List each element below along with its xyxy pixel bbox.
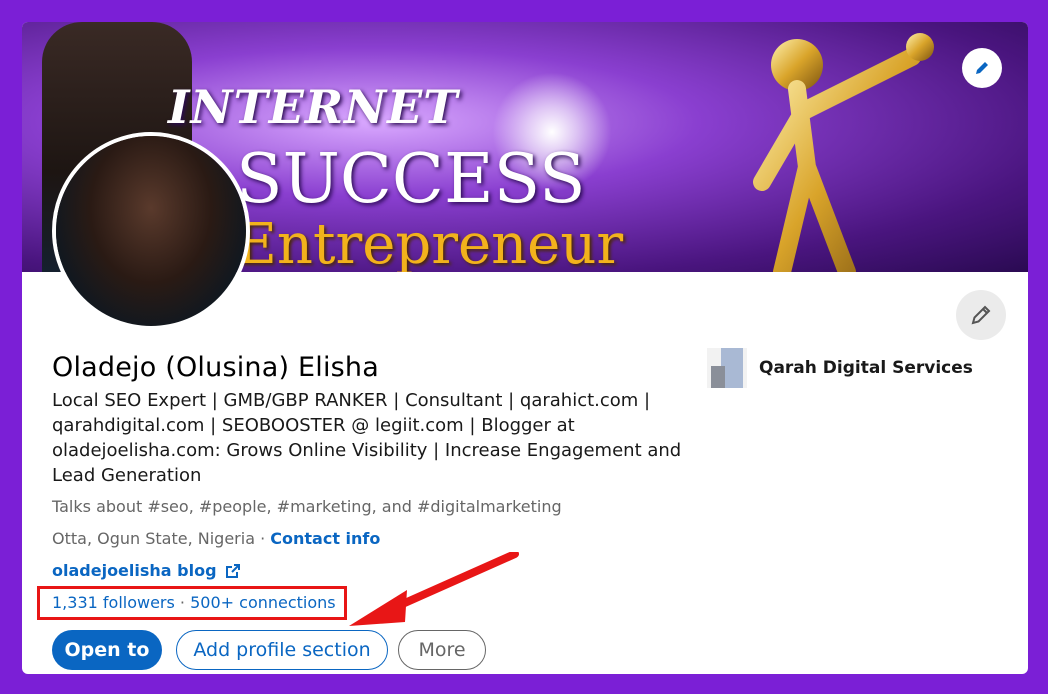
gold-figure-graphic	[753, 33, 934, 272]
pencil-icon	[971, 305, 991, 325]
website-label: oladejoelisha blog	[52, 561, 217, 580]
company-logo	[707, 348, 747, 388]
avatar-photo	[56, 136, 246, 326]
edit-banner-button[interactable]	[962, 48, 1002, 88]
arrow-annotation	[349, 552, 519, 626]
company-name: Qarah Digital Services	[759, 358, 973, 378]
banner-text-line2: SUCCESS	[236, 140, 586, 219]
banner-text-line1: INTERNET	[168, 80, 459, 134]
website-link[interactable]: oladejoelisha blog	[52, 561, 241, 580]
more-button[interactable]: More	[398, 630, 486, 670]
followers-link[interactable]: 1,331 followers	[52, 593, 175, 612]
add-profile-section-button[interactable]: Add profile section	[176, 630, 388, 670]
current-company[interactable]: Qarah Digital Services	[707, 348, 973, 388]
contact-info-link[interactable]: Contact info	[270, 529, 380, 548]
profile-name: Oladejo (Olusina) Elisha	[52, 352, 379, 383]
edit-intro-button[interactable]	[956, 290, 1006, 340]
profile-headline: Local SEO Expert | GMB/GBP RANKER | Cons…	[52, 390, 682, 486]
profile-avatar[interactable]	[52, 132, 250, 330]
separator-dot: ·	[255, 529, 271, 548]
location-text: Otta, Ogun State, Nigeria	[52, 529, 255, 548]
open-to-button[interactable]: Open to	[52, 630, 162, 670]
connections-link[interactable]: 500+ connections	[190, 593, 336, 612]
network-stats: 1,331 followers · 500+ connections	[52, 593, 336, 612]
external-link-icon	[225, 563, 240, 578]
talks-about: Talks about #seo, #people, #marketing, a…	[52, 497, 562, 516]
location-row: Otta, Ogun State, Nigeria · Contact info	[52, 529, 380, 548]
pencil-icon	[976, 62, 988, 74]
banner-text-line3: Entrepreneur	[236, 212, 624, 272]
profile-card: INTERNET SUCCESS Entrepreneur Oladejo (O…	[22, 22, 1028, 674]
separator-dot: ·	[174, 593, 191, 612]
